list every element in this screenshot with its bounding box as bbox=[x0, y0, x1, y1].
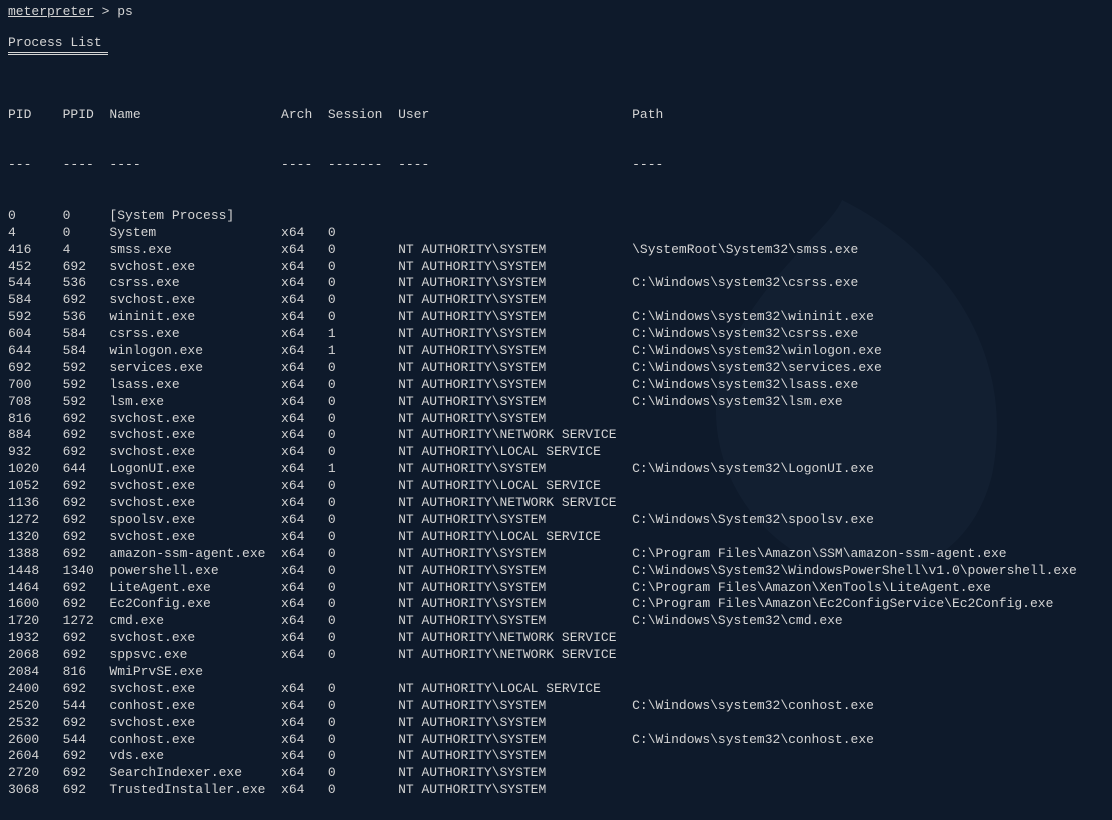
table-row: 816 692 svchost.exe x64 0 NT AUTHORITY\S… bbox=[8, 411, 1104, 428]
table-row: 708 592 lsm.exe x64 0 NT AUTHORITY\SYSTE… bbox=[8, 394, 1104, 411]
table-row: 592 536 wininit.exe x64 0 NT AUTHORITY\S… bbox=[8, 309, 1104, 326]
table-row: 416 4 smss.exe x64 0 NT AUTHORITY\SYSTEM… bbox=[8, 242, 1104, 259]
table-row: 1272 692 spoolsv.exe x64 0 NT AUTHORITY\… bbox=[8, 512, 1104, 529]
table-row: 2720 692 SearchIndexer.exe x64 0 NT AUTH… bbox=[8, 765, 1104, 782]
command-input: ps bbox=[117, 4, 133, 19]
table-row: 1388 692 amazon-ssm-agent.exe x64 0 NT A… bbox=[8, 546, 1104, 563]
table-row: 2400 692 svchost.exe x64 0 NT AUTHORITY\… bbox=[8, 681, 1104, 698]
table-row: 1720 1272 cmd.exe x64 0 NT AUTHORITY\SYS… bbox=[8, 613, 1104, 630]
table-row: 1020 644 LogonUI.exe x64 1 NT AUTHORITY\… bbox=[8, 461, 1104, 478]
table-row: 2600 544 conhost.exe x64 0 NT AUTHORITY\… bbox=[8, 732, 1104, 749]
prompt-label: meterpreter bbox=[8, 4, 94, 19]
table-row: 692 592 services.exe x64 0 NT AUTHORITY\… bbox=[8, 360, 1104, 377]
table-body: 0 0 [System Process] 4 0 System x64 0 41… bbox=[8, 208, 1104, 799]
section-title: Process List bbox=[8, 35, 102, 52]
table-row: 1932 692 svchost.exe x64 0 NT AUTHORITY\… bbox=[8, 630, 1104, 647]
table-row: 1136 692 svchost.exe x64 0 NT AUTHORITY\… bbox=[8, 495, 1104, 512]
table-row: 2532 692 svchost.exe x64 0 NT AUTHORITY\… bbox=[8, 715, 1104, 732]
table-row: 1320 692 svchost.exe x64 0 NT AUTHORITY\… bbox=[8, 529, 1104, 546]
table-row: 0 0 [System Process] bbox=[8, 208, 1104, 225]
table-row: 932 692 svchost.exe x64 0 NT AUTHORITY\L… bbox=[8, 444, 1104, 461]
process-table: PID PPID Name Arch Session User Path ---… bbox=[8, 73, 1104, 816]
table-row: 1600 692 Ec2Config.exe x64 0 NT AUTHORIT… bbox=[8, 596, 1104, 613]
table-row: 604 584 csrss.exe x64 1 NT AUTHORITY\SYS… bbox=[8, 326, 1104, 343]
table-row: 584 692 svchost.exe x64 0 NT AUTHORITY\S… bbox=[8, 292, 1104, 309]
table-header-row: PID PPID Name Arch Session User Path bbox=[8, 107, 1104, 124]
table-row: 884 692 svchost.exe x64 0 NT AUTHORITY\N… bbox=[8, 427, 1104, 444]
table-row: 2084 816 WmiPrvSE.exe bbox=[8, 664, 1104, 681]
table-header-rule: --- ---- ---- ---- ------- ---- ---- bbox=[8, 157, 1104, 174]
table-row: 544 536 csrss.exe x64 0 NT AUTHORITY\SYS… bbox=[8, 275, 1104, 292]
prompt-separator: > bbox=[94, 4, 117, 19]
table-row: 644 584 winlogon.exe x64 1 NT AUTHORITY\… bbox=[8, 343, 1104, 360]
table-row: 1464 692 LiteAgent.exe x64 0 NT AUTHORIT… bbox=[8, 580, 1104, 597]
table-row: 700 592 lsass.exe x64 0 NT AUTHORITY\SYS… bbox=[8, 377, 1104, 394]
table-row: 2520 544 conhost.exe x64 0 NT AUTHORITY\… bbox=[8, 698, 1104, 715]
table-row: 1052 692 svchost.exe x64 0 NT AUTHORITY\… bbox=[8, 478, 1104, 495]
table-row: 3068 692 TrustedInstaller.exe x64 0 NT A… bbox=[8, 782, 1104, 799]
prompt-line[interactable]: meterpreter > ps bbox=[8, 4, 1104, 21]
table-row: 2604 692 vds.exe x64 0 NT AUTHORITY\SYST… bbox=[8, 748, 1104, 765]
table-row: 1448 1340 powershell.exe x64 0 NT AUTHOR… bbox=[8, 563, 1104, 580]
table-row: 4 0 System x64 0 bbox=[8, 225, 1104, 242]
table-row: 2068 692 sppsvc.exe x64 0 NT AUTHORITY\N… bbox=[8, 647, 1104, 664]
table-row: 452 692 svchost.exe x64 0 NT AUTHORITY\S… bbox=[8, 259, 1104, 276]
